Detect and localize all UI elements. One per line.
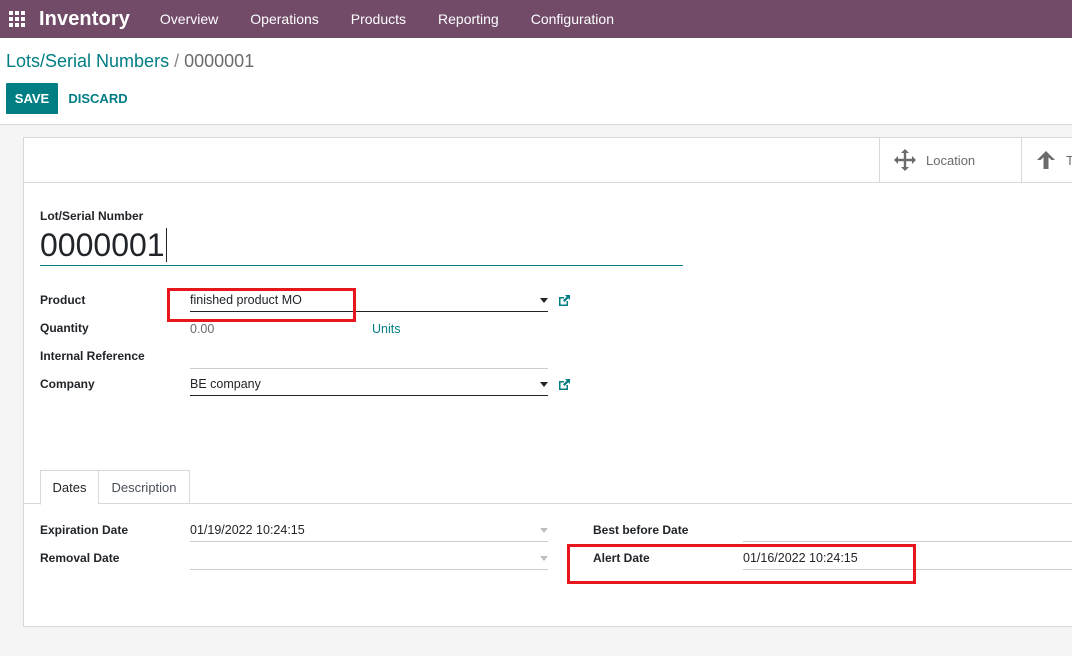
external-link-icon[interactable] (558, 378, 571, 391)
breadcrumb: Lots/Serial Numbers / 0000001 (6, 51, 254, 72)
chevron-down-icon[interactable] (540, 298, 548, 303)
smart-button-box: Location T (24, 138, 1072, 183)
traceability-smart-button[interactable]: T (1021, 138, 1072, 182)
breadcrumb-current: 0000001 (184, 51, 255, 71)
internal-reference-label: Internal Reference (40, 349, 145, 363)
app-title[interactable]: Inventory (39, 8, 130, 31)
save-button[interactable]: SAVE (6, 83, 58, 114)
arrow-up-icon (1037, 151, 1055, 169)
move-arrows-icon (894, 149, 916, 171)
breadcrumb-parent-link[interactable]: Lots/Serial Numbers (6, 51, 169, 71)
expiration-date-label: Expiration Date (40, 523, 129, 537)
tab-description[interactable]: Description (99, 470, 190, 504)
nav-reporting[interactable]: Reporting (422, 0, 515, 38)
tab-dates[interactable]: Dates (40, 470, 99, 505)
quantity-label: Quantity (40, 321, 89, 335)
location-smart-button[interactable]: Location (879, 138, 1021, 182)
discard-button[interactable]: DISCARD (62, 83, 134, 114)
internal-reference-input[interactable] (190, 347, 548, 369)
breadcrumb-separator: / (174, 51, 180, 71)
nav-products[interactable]: Products (335, 0, 422, 38)
lot-serial-label: Lot/Serial Number (40, 209, 144, 223)
removal-date-input[interactable] (190, 548, 548, 570)
nav-configuration[interactable]: Configuration (515, 0, 630, 38)
quantity-uom[interactable]: Units (372, 322, 400, 336)
quantity-value: 0.00 (190, 322, 215, 336)
expiration-date-input[interactable]: 01/19/2022 10:24:15 (190, 520, 548, 542)
product-highlight-box (167, 288, 356, 322)
nav-operations[interactable]: Operations (234, 0, 334, 38)
best-before-date-input[interactable] (743, 520, 1072, 542)
lot-serial-input[interactable]: 0000001 (40, 226, 683, 266)
chevron-down-icon[interactable] (540, 528, 548, 533)
top-navbar: Inventory Overview Operations Products R… (0, 0, 1072, 38)
notebook-tabs: Dates Description (24, 470, 1072, 505)
traceability-label: T (1066, 152, 1072, 168)
removal-date-label: Removal Date (40, 551, 120, 565)
apps-grid-icon[interactable] (2, 0, 32, 38)
company-label: Company (40, 377, 95, 391)
location-label: Location (926, 152, 976, 168)
expiration-date-value: 01/19/2022 10:24:15 (190, 523, 305, 537)
best-before-date-label: Best before Date (593, 523, 689, 537)
company-value: BE company (190, 377, 261, 391)
company-field[interactable]: BE company (190, 374, 548, 396)
chevron-down-icon[interactable] (540, 382, 548, 387)
chevron-down-icon[interactable] (540, 556, 548, 561)
text-cursor (165, 228, 167, 262)
lot-serial-value: 0000001 (40, 227, 165, 263)
control-panel: Lots/Serial Numbers / 0000001 SAVE DISCA… (0, 38, 1072, 125)
product-label: Product (40, 293, 86, 307)
alert-date-highlight-box (567, 544, 916, 584)
nav-overview[interactable]: Overview (144, 0, 234, 38)
external-link-icon[interactable] (558, 294, 571, 307)
